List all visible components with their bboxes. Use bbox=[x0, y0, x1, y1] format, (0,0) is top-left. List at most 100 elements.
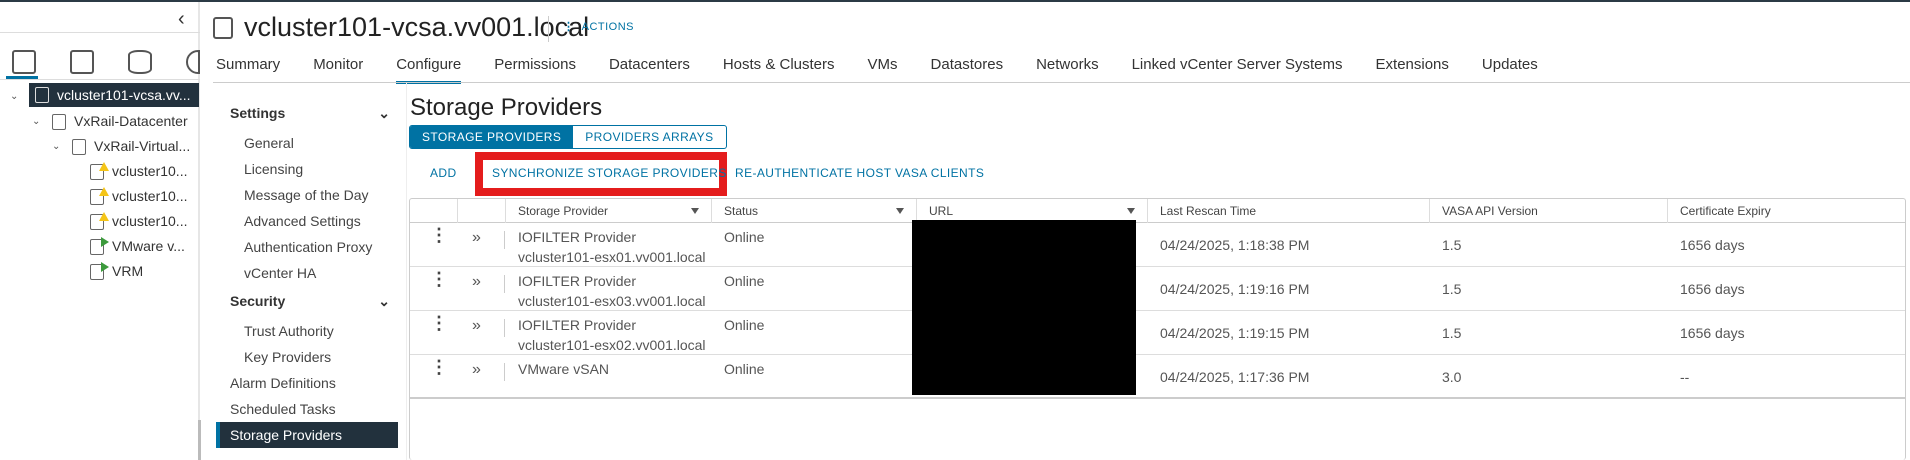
provider-cell: IOFILTER Provider vcluster101-esx02.vv00… bbox=[518, 317, 706, 353]
content-title: Storage Providers bbox=[410, 94, 603, 121]
scrollbar[interactable] bbox=[198, 420, 201, 460]
nav-item-general[interactable]: General bbox=[216, 130, 398, 156]
tree-item-label: vcluster10... bbox=[112, 213, 188, 229]
expand-row-icon[interactable]: » bbox=[472, 229, 481, 247]
expand-row-icon[interactable]: » bbox=[472, 317, 481, 335]
tab-networks[interactable]: Networks bbox=[1036, 56, 1099, 84]
filter-icon[interactable] bbox=[896, 208, 904, 214]
column-header-cert-expiry[interactable]: Certificate Expiry bbox=[1667, 199, 1907, 223]
column-label: URL bbox=[929, 204, 954, 218]
nav-item-vcenter-ha[interactable]: vCenter HA bbox=[216, 260, 398, 286]
nav-section-settings[interactable]: Settings ⌄ bbox=[216, 100, 398, 126]
view-toggle: STORAGE PROVIDERS PROVIDERS ARRAYS bbox=[409, 125, 727, 149]
actions-button[interactable]: ⋮ ACTIONS bbox=[563, 20, 634, 33]
cert-expiry-cell: -- bbox=[1680, 369, 1690, 385]
rescan-cell: 04/24/2025, 1:18:38 PM bbox=[1160, 237, 1310, 253]
chevron-down-icon[interactable]: ⌄ bbox=[52, 134, 66, 159]
rescan-cell: 04/24/2025, 1:19:16 PM bbox=[1160, 281, 1310, 297]
hosts-clusters-icon[interactable] bbox=[12, 50, 36, 74]
column-header-storage-provider[interactable]: Storage Provider bbox=[505, 199, 711, 223]
nav-item-scheduled-tasks[interactable]: Scheduled Tasks bbox=[216, 396, 398, 422]
redacted-url-block bbox=[912, 220, 1136, 395]
tree-item-vm[interactable]: VRM bbox=[84, 259, 143, 284]
chevron-down-icon[interactable]: ⌄ bbox=[32, 109, 46, 134]
tree-item-host[interactable]: vcluster10... bbox=[84, 184, 187, 209]
nav-item-auth-proxy[interactable]: Authentication Proxy bbox=[216, 234, 398, 260]
table-row[interactable]: ⋮ » IOFILTER Provider vcluster101-esx01.… bbox=[410, 223, 1905, 267]
column-header-last-rescan[interactable]: Last Rescan Time bbox=[1147, 199, 1429, 223]
storage-icon[interactable] bbox=[128, 50, 152, 74]
tree-item-label: VxRail-Virtual... bbox=[94, 138, 191, 154]
collapse-panel-icon[interactable]: ‹ bbox=[178, 8, 185, 31]
nav-section-security[interactable]: Security ⌄ bbox=[216, 288, 398, 314]
rescan-cell: 04/24/2025, 1:19:15 PM bbox=[1160, 325, 1310, 341]
divider bbox=[504, 275, 505, 293]
nav-heading: Settings bbox=[230, 105, 286, 121]
reauthenticate-host-vasa-clients-button[interactable]: RE-AUTHENTICATE HOST VASA CLIENTS bbox=[735, 166, 984, 180]
tab-updates[interactable]: Updates bbox=[1482, 56, 1538, 84]
expand-row-icon[interactable]: » bbox=[472, 361, 481, 379]
tab-linked-vcenter[interactable]: Linked vCenter Server Systems bbox=[1132, 56, 1343, 84]
filter-icon[interactable] bbox=[1127, 208, 1135, 214]
add-button[interactable]: ADD bbox=[430, 166, 457, 180]
tree-item-vcenter[interactable]: vcluster101-vcsa.vv... bbox=[29, 83, 199, 107]
provider-cell: IOFILTER Provider vcluster101-esx01.vv00… bbox=[518, 229, 706, 265]
tab-extensions[interactable]: Extensions bbox=[1376, 56, 1449, 84]
nav-item-alarm-definitions[interactable]: Alarm Definitions bbox=[216, 370, 398, 396]
table-row[interactable]: ⋮ » IOFILTER Provider vcluster101-esx02.… bbox=[410, 311, 1905, 355]
tab-summary[interactable]: Summary bbox=[216, 56, 280, 84]
status-cell: Online bbox=[724, 317, 765, 333]
tree-item-label: VRM bbox=[112, 263, 144, 279]
status-cell: Online bbox=[724, 229, 765, 245]
divider bbox=[0, 79, 200, 80]
nav-item-motd[interactable]: Message of the Day bbox=[216, 182, 398, 208]
tree-item-host[interactable]: vcluster10... bbox=[84, 159, 187, 184]
rescan-cell: 04/24/2025, 1:17:36 PM bbox=[1160, 369, 1310, 385]
expand-row-icon[interactable]: » bbox=[472, 273, 481, 291]
divider bbox=[548, 16, 549, 42]
divider bbox=[504, 319, 505, 337]
table-row[interactable]: ⋮ » VMware vSAN Online 04/24/2025, 1:17:… bbox=[410, 355, 1905, 399]
divider bbox=[406, 83, 407, 460]
vms-templates-icon[interactable] bbox=[70, 50, 94, 74]
nav-item-licensing[interactable]: Licensing bbox=[216, 156, 398, 182]
synchronize-storage-providers-button[interactable]: SYNCHRONIZE STORAGE PROVIDERS bbox=[492, 166, 727, 180]
tree-item-label: vcluster101-vcsa.vv... bbox=[57, 86, 191, 103]
nav-item-storage-providers[interactable]: Storage Providers bbox=[216, 422, 398, 448]
nav-item-key-providers[interactable]: Key Providers bbox=[216, 344, 398, 370]
table-row[interactable]: ⋮ » IOFILTER Provider vcluster101-esx03.… bbox=[410, 267, 1905, 311]
providers-arrays-toggle[interactable]: PROVIDERS ARRAYS bbox=[573, 126, 725, 148]
tree-item-label: VxRail-Datacenter bbox=[74, 113, 188, 129]
tree-item-datacenter[interactable]: ⌄ VxRail-Datacenter bbox=[32, 109, 188, 134]
datacenter-icon bbox=[52, 113, 66, 130]
page-title: vcluster101-vcsa.vv001.local bbox=[244, 12, 590, 42]
tab-datastores[interactable]: Datastores bbox=[931, 56, 1004, 84]
row-actions-icon[interactable]: ⋮ bbox=[430, 269, 448, 290]
tab-configure[interactable]: Configure bbox=[396, 56, 462, 84]
column-header-vasa-version[interactable]: VASA API Version bbox=[1429, 199, 1667, 223]
row-actions-icon[interactable]: ⋮ bbox=[430, 225, 448, 246]
tab-vms[interactable]: VMs bbox=[868, 56, 898, 84]
nav-item-trust-authority[interactable]: Trust Authority bbox=[216, 318, 398, 344]
vcenter-icon bbox=[213, 17, 233, 39]
tree-item-host[interactable]: vcluster10... bbox=[84, 209, 187, 234]
tree-item-vm[interactable]: VMware v... bbox=[84, 234, 185, 259]
nav-item-advanced-settings[interactable]: Advanced Settings bbox=[216, 208, 398, 234]
tab-permissions[interactable]: Permissions bbox=[494, 56, 576, 84]
tab-datacenters[interactable]: Datacenters bbox=[609, 56, 690, 84]
filter-icon[interactable] bbox=[691, 208, 699, 214]
storage-providers-toggle[interactable]: STORAGE PROVIDERS bbox=[410, 126, 574, 148]
column-label: VASA API Version bbox=[1442, 204, 1538, 218]
row-actions-icon[interactable]: ⋮ bbox=[430, 357, 448, 378]
column-header-status[interactable]: Status bbox=[711, 199, 916, 223]
expand-column-header bbox=[457, 199, 505, 223]
top-bar bbox=[0, 0, 1910, 2]
host-warning-icon bbox=[90, 211, 109, 230]
divider bbox=[504, 231, 505, 249]
tab-hosts-clusters[interactable]: Hosts & Clusters bbox=[723, 56, 835, 84]
row-actions-icon[interactable]: ⋮ bbox=[430, 313, 448, 334]
tab-monitor[interactable]: Monitor bbox=[313, 56, 363, 84]
tree-expand-icon[interactable]: ⌄ bbox=[10, 84, 24, 109]
tree-item-cluster[interactable]: ⌄ VxRail-Virtual... bbox=[52, 134, 190, 159]
divider bbox=[0, 32, 200, 33]
